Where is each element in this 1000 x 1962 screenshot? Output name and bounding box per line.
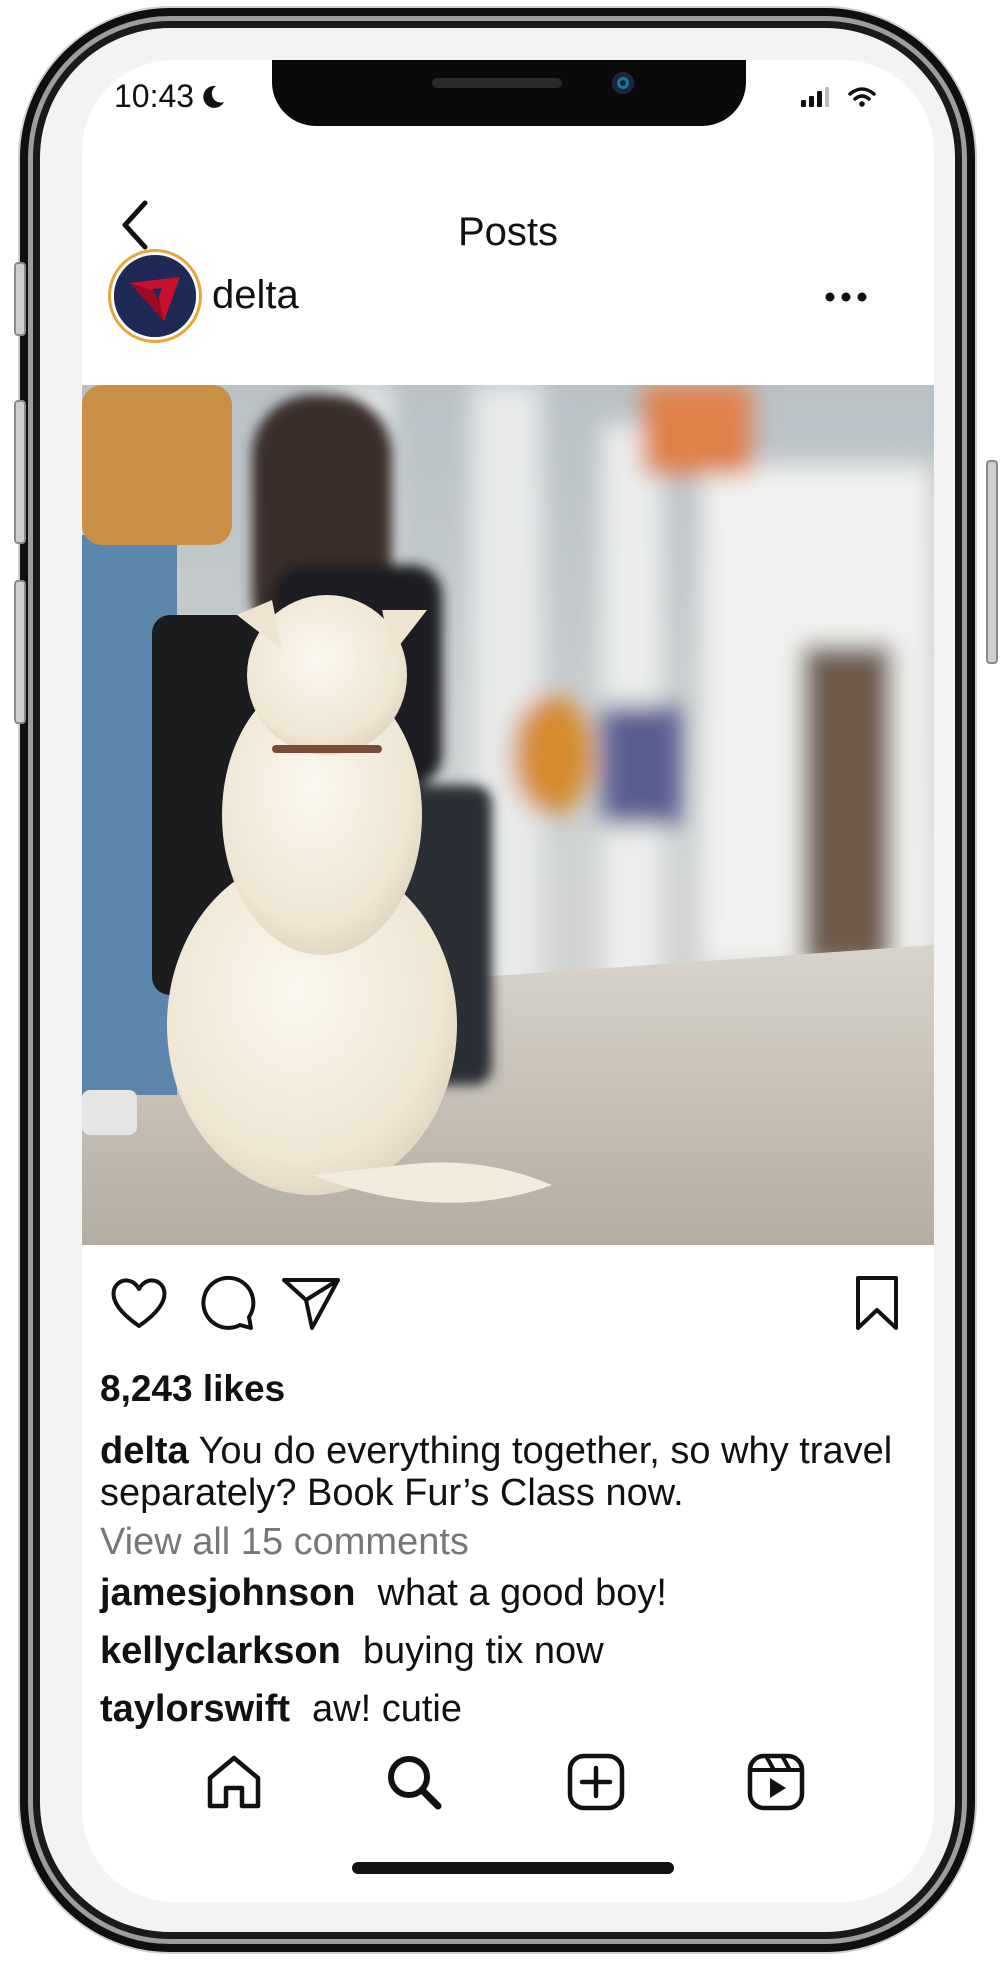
search-icon bbox=[388, 1756, 442, 1810]
caption-text: You do everything together, so why trave… bbox=[100, 1430, 893, 1514]
post-photo-image bbox=[82, 385, 934, 1245]
comment-icon bbox=[201, 1275, 256, 1330]
volume-up-button bbox=[14, 400, 26, 544]
comment-text: aw! cutie bbox=[312, 1688, 463, 1730]
post-photo[interactable] bbox=[82, 385, 934, 1245]
heart-icon bbox=[111, 1278, 167, 1328]
share-icon bbox=[282, 1278, 340, 1330]
comment-username[interactable]: jamesjohnson bbox=[100, 1572, 356, 1614]
mute-switch bbox=[14, 262, 26, 336]
post-header: delta bbox=[82, 255, 934, 345]
comment-item: kellyclarkson buying tix now bbox=[100, 1630, 604, 1673]
more-options-button[interactable] bbox=[818, 277, 874, 317]
tab-search[interactable] bbox=[382, 1750, 446, 1814]
post-username[interactable]: delta bbox=[212, 273, 299, 318]
save-button[interactable] bbox=[844, 1270, 910, 1336]
share-button[interactable] bbox=[278, 1270, 344, 1336]
notch bbox=[272, 60, 746, 126]
status-time: 10:43 bbox=[114, 78, 226, 115]
view-all-comments-link[interactable]: View all 15 comments bbox=[100, 1521, 469, 1564]
create-icon bbox=[567, 1753, 625, 1811]
phone-screen: 10:43 Posts delta 8,243 likes delta You … bbox=[82, 60, 934, 1902]
comment-text: buying tix now bbox=[362, 1630, 604, 1672]
like-button[interactable] bbox=[106, 1270, 172, 1336]
signal-icon bbox=[801, 87, 829, 107]
front-camera bbox=[612, 72, 634, 94]
home-indicator[interactable] bbox=[352, 1862, 674, 1874]
comment-item: jamesjohnson what a good boy! bbox=[100, 1572, 667, 1615]
status-time-text: 10:43 bbox=[114, 78, 195, 114]
post-actions bbox=[82, 1270, 934, 1340]
power-button bbox=[986, 460, 998, 664]
comment-username[interactable]: kellyclarkson bbox=[100, 1630, 341, 1672]
moon-icon bbox=[203, 85, 225, 108]
caption-username[interactable]: delta bbox=[100, 1430, 189, 1472]
delta-logo-icon bbox=[114, 255, 196, 337]
more-dots-icon bbox=[825, 292, 867, 302]
wifi-icon bbox=[848, 87, 876, 107]
home-icon bbox=[207, 1755, 261, 1809]
comment-username[interactable]: taylorswift bbox=[100, 1688, 290, 1730]
comment-button[interactable] bbox=[194, 1270, 260, 1336]
page-title: Posts bbox=[457, 210, 559, 254]
tab-reels[interactable] bbox=[744, 1750, 808, 1814]
bookmark-icon bbox=[856, 1276, 898, 1330]
speaker-grille bbox=[432, 78, 562, 88]
volume-down-button bbox=[14, 580, 26, 724]
status-indicators bbox=[800, 86, 876, 108]
avatar[interactable] bbox=[114, 255, 196, 337]
tab-home[interactable] bbox=[202, 1750, 266, 1814]
comment-text: what a good boy! bbox=[377, 1572, 667, 1614]
likes-count[interactable]: 8,243 likes bbox=[100, 1368, 285, 1410]
post-caption: delta You do everything together, so why… bbox=[100, 1430, 930, 1514]
tab-create[interactable] bbox=[564, 1750, 628, 1814]
comment-item: taylorswift aw! cutie bbox=[100, 1688, 462, 1731]
bottom-tab-bar bbox=[82, 1750, 934, 1830]
reels-icon bbox=[747, 1753, 805, 1811]
